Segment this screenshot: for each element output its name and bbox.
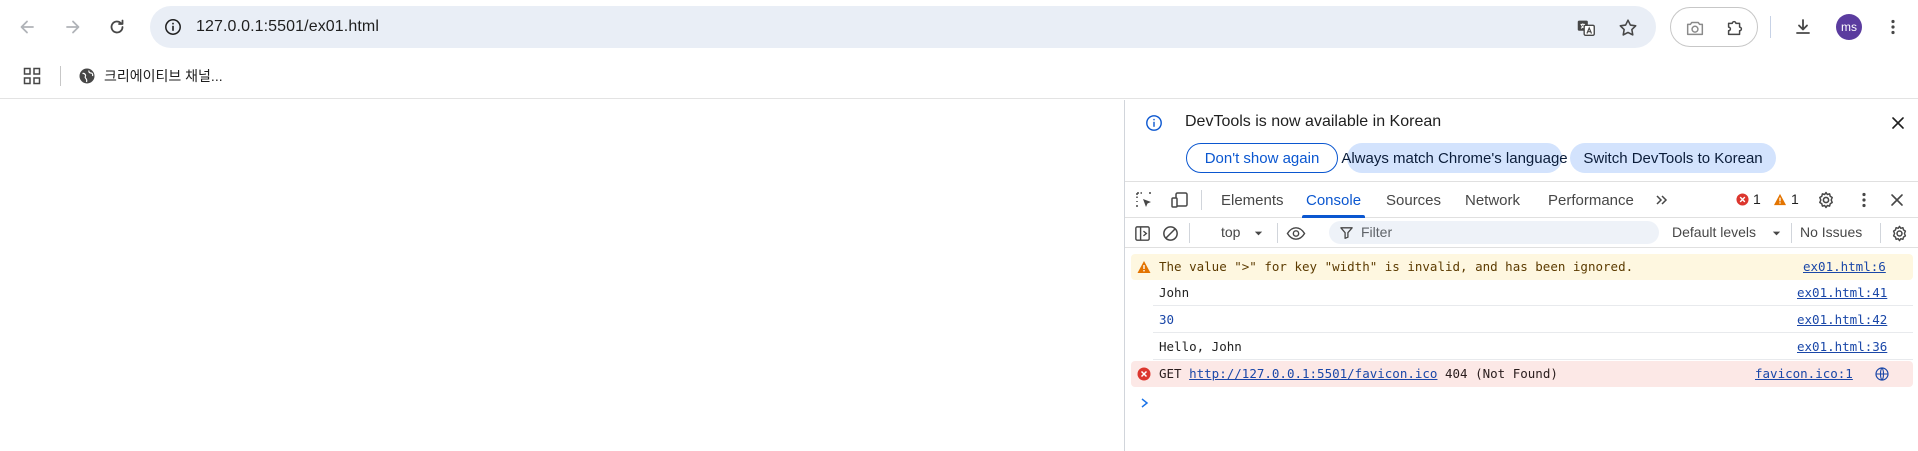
error-counter[interactable]: 1 (1736, 191, 1761, 207)
reload-icon (110, 19, 124, 34)
address-bar[interactable]: 127.0.0.1:5501/ex01.html (150, 6, 1656, 48)
devtools-panel: DevTools is now available in Korean Don'… (1124, 100, 1918, 451)
extensions-group (1670, 7, 1758, 47)
filter-placeholder: Filter (1361, 224, 1393, 240)
device-toolbar-icon[interactable] (1169, 189, 1191, 211)
profile-avatar[interactable]: ms (1836, 14, 1862, 40)
tab-elements[interactable]: Elements (1221, 182, 1284, 218)
context-selector[interactable]: top (1221, 224, 1240, 240)
settings-gear-icon[interactable] (1815, 189, 1837, 211)
warning-count: 1 (1791, 191, 1799, 207)
warning-icon (1137, 261, 1151, 273)
forward-button[interactable] (58, 12, 88, 42)
error-icon (1736, 192, 1749, 206)
bookmark-item[interactable]: 크리에이티브 채널... (78, 62, 223, 90)
filter-funnel-icon (1340, 227, 1353, 239)
globe-icon (79, 68, 95, 84)
message-source-link[interactable]: ex01.html:41 (1797, 285, 1887, 300)
console-prompt-chevron-icon[interactable] (1139, 397, 1151, 409)
info-icon (1146, 115, 1162, 131)
browser-toolbar: 127.0.0.1:5501/ex01.html ms (0, 0, 1918, 54)
devtools-menu-icon[interactable] (1853, 189, 1875, 211)
message-text: 30 (1159, 312, 1175, 327)
message-text: The value ">" for key "width" is invalid… (1159, 259, 1634, 274)
tabbar-divider (1201, 190, 1202, 210)
error-count: 1 (1753, 191, 1761, 207)
warning-counter[interactable]: 1 (1773, 191, 1799, 207)
console-message-warning: The value ">" for key "width" is invalid… (1131, 254, 1913, 280)
filterbar-divider (1189, 223, 1190, 243)
download-icon (1796, 19, 1810, 34)
error-icon (1137, 367, 1151, 381)
console-message-log: Hello, John ex01.html:36 (1153, 334, 1913, 360)
devtools-tabbar: Elements Console Sources Network Perform… (1125, 182, 1918, 218)
infobar-message: DevTools is now available in Korean (1185, 113, 1442, 130)
always-match-language-button[interactable]: Always match Chrome's language (1341, 143, 1568, 173)
dont-show-again-button[interactable]: Don't show again (1186, 143, 1338, 173)
console-output: The value ">" for key "width" is invalid… (1125, 248, 1918, 451)
more-vert-icon (1891, 19, 1895, 35)
console-message-log: John ex01.html:41 (1153, 280, 1913, 306)
arrow-left-icon (20, 20, 34, 34)
message-text: John (1159, 285, 1190, 300)
arrow-right-icon (66, 20, 80, 34)
tab-network[interactable]: Network (1465, 182, 1520, 218)
console-filter-input[interactable]: Filter (1329, 221, 1659, 244)
devtools-language-infobar: DevTools is now available in Korean Don'… (1125, 100, 1918, 182)
console-message-log: 30 ex01.html:42 (1153, 307, 1913, 333)
reload-button[interactable] (102, 12, 132, 42)
url-text[interactable]: 127.0.0.1:5501/ex01.html (196, 18, 379, 36)
camera-icon[interactable] (1683, 16, 1707, 40)
page-content (0, 100, 1124, 451)
message-source-link[interactable]: ex01.html:6 (1803, 259, 1886, 274)
context-dropdown-icon[interactable] (1247, 222, 1269, 244)
console-settings-gear-icon[interactable] (1888, 222, 1910, 244)
message-text: GET http://127.0.0.1:5501/favicon.ico 40… (1159, 366, 1558, 381)
switch-devtools-korean-button[interactable]: Switch DevTools to Korean (1570, 143, 1776, 173)
star-icon[interactable] (1616, 16, 1640, 40)
tab-sources[interactable]: Sources (1386, 182, 1441, 218)
live-expression-eye-icon[interactable] (1285, 222, 1307, 244)
clear-console-icon[interactable] (1159, 222, 1181, 244)
toolbar-divider (1770, 16, 1771, 38)
inspect-element-icon[interactable] (1133, 189, 1155, 211)
message-source-link[interactable]: ex01.html:36 (1797, 339, 1887, 354)
console-filterbar: top Filter Default levels No Issues (1125, 218, 1918, 248)
message-text: Hello, John (1159, 339, 1242, 354)
levels-dropdown-icon[interactable] (1765, 222, 1787, 244)
chrome-menu-button[interactable] (1878, 12, 1908, 42)
network-globe-icon[interactable] (1875, 367, 1889, 381)
devtools-close-icon[interactable] (1886, 189, 1908, 211)
extensions-puzzle-icon[interactable] (1723, 16, 1747, 40)
request-status: 404 (Not Found) (1445, 366, 1558, 381)
message-source-link[interactable]: ex01.html:42 (1797, 312, 1887, 327)
more-tabs-chevron-icon[interactable] (1651, 189, 1673, 211)
filterbar-divider (1277, 223, 1278, 243)
request-url-link[interactable]: http://127.0.0.1:5501/favicon.ico (1189, 366, 1437, 381)
bookmark-label: 크리에이티브 채널... (104, 68, 223, 84)
tab-console[interactable]: Console (1301, 182, 1366, 218)
sidebar-toggle-icon[interactable] (1131, 222, 1153, 244)
apps-grid-icon[interactable] (20, 64, 44, 88)
downloads-button[interactable] (1788, 12, 1818, 42)
translate-icon[interactable] (1574, 16, 1598, 40)
filterbar-divider (1791, 223, 1792, 243)
warning-icon (1773, 193, 1787, 205)
filterbar-divider (1880, 223, 1881, 243)
log-levels-selector[interactable]: Default levels (1672, 224, 1756, 240)
bookmarks-divider (60, 66, 61, 86)
site-info-icon[interactable] (162, 16, 184, 38)
message-source-link[interactable]: favicon.ico:1 (1755, 366, 1853, 381)
infobar-close-icon[interactable] (1889, 114, 1907, 132)
back-button[interactable] (12, 12, 42, 42)
tab-performance[interactable]: Performance (1548, 182, 1634, 218)
bookmarks-bar: 크리에이티브 채널... (0, 54, 1918, 99)
request-method: GET (1159, 366, 1182, 381)
issues-indicator[interactable]: No Issues (1800, 224, 1862, 240)
console-message-error: GET http://127.0.0.1:5501/favicon.ico 40… (1131, 361, 1913, 387)
